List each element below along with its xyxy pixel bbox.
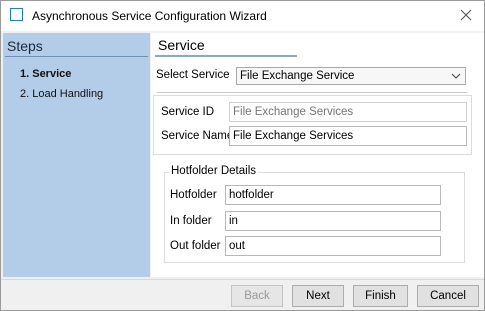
service-name-field[interactable] xyxy=(229,126,467,146)
in-folder-field[interactable] xyxy=(225,211,441,231)
out-folder-label: Out folder xyxy=(170,240,221,252)
steps-title: Steps xyxy=(7,38,43,54)
service-name-label: Service Name xyxy=(161,130,234,142)
button-bar-divider xyxy=(1,279,484,280)
step-load-handling[interactable]: 2. Load Handling xyxy=(20,88,103,100)
steps-divider xyxy=(5,56,148,57)
section-title-underline xyxy=(155,55,297,57)
steps-panel: Steps 1. Service 2. Load Handling xyxy=(3,33,150,277)
hotfolder-details-title: Hotfolder Details xyxy=(169,165,259,177)
cancel-button[interactable]: Cancel xyxy=(417,285,479,307)
select-divider xyxy=(157,92,467,93)
hotfolder-label: Hotfolder xyxy=(170,189,217,201)
window-title: Asynchronous Service Configuration Wizar… xyxy=(32,9,267,23)
chevron-down-icon xyxy=(451,73,461,79)
select-service-dropdown[interactable]: File Exchange Service xyxy=(236,67,466,85)
hotfolder-field[interactable] xyxy=(225,185,441,205)
wizard-window: Asynchronous Service Configuration Wizar… xyxy=(0,0,485,311)
step-service[interactable]: 1. Service xyxy=(20,68,71,80)
next-button[interactable]: Next xyxy=(292,285,344,307)
service-content: Service Select Service File Exchange Ser… xyxy=(151,33,484,277)
select-service-label: Select Service xyxy=(156,69,230,81)
close-icon xyxy=(460,9,472,21)
select-service-value: File Exchange Service xyxy=(240,70,355,82)
out-folder-field[interactable] xyxy=(225,236,441,256)
close-button[interactable] xyxy=(454,5,478,25)
back-button[interactable]: Back xyxy=(231,285,283,307)
finish-button[interactable]: Finish xyxy=(353,285,408,307)
app-icon xyxy=(10,8,23,21)
service-id-field[interactable] xyxy=(229,102,467,122)
title-bar: Asynchronous Service Configuration Wizar… xyxy=(1,1,484,31)
service-id-label: Service ID xyxy=(161,106,215,118)
in-folder-label: In folder xyxy=(170,215,212,227)
section-title: Service xyxy=(158,37,205,53)
